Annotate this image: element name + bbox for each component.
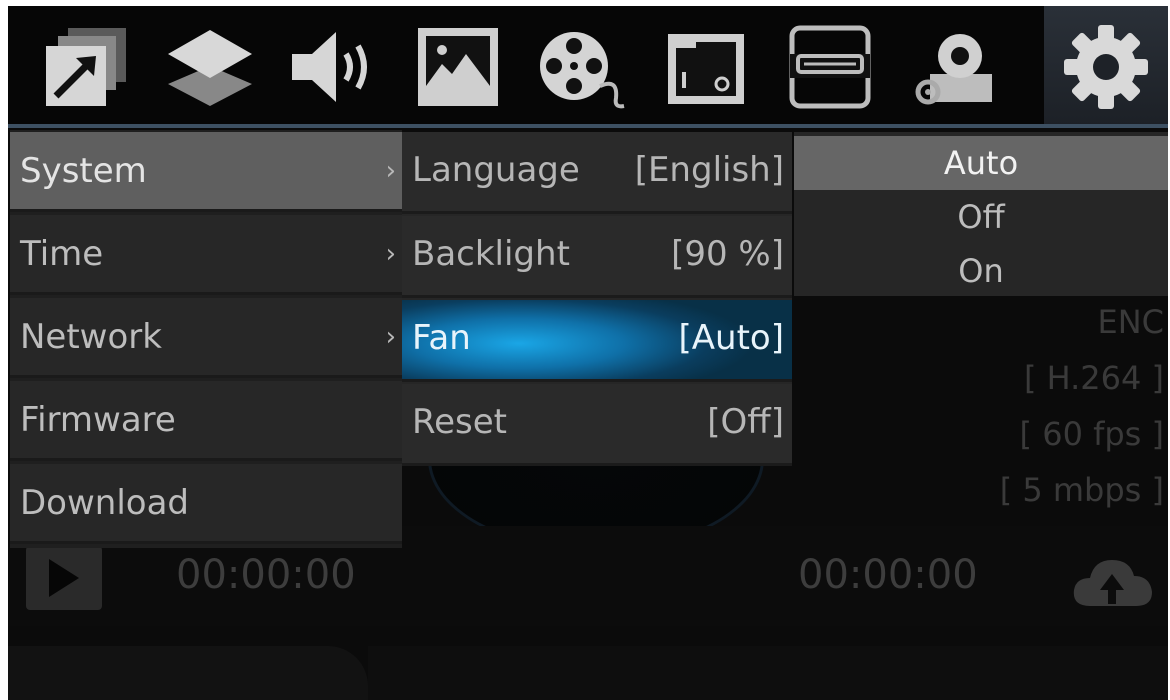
menu-item-label: Firmware xyxy=(20,399,176,440)
hdmi-icon xyxy=(789,25,871,109)
menu-item-time[interactable]: Time › xyxy=(10,215,402,295)
fan-option-on[interactable]: On xyxy=(794,244,1168,298)
submenu-item-value: [Off] xyxy=(707,402,784,442)
encoding-info: ENC [ H.264 ] [ 60 fps ] [ 5 mbps ] xyxy=(1000,294,1164,518)
submenu-item-value: [English] xyxy=(634,150,784,190)
gear-icon xyxy=(1064,25,1148,109)
audio-icon xyxy=(292,32,367,102)
toolbar-divider xyxy=(8,124,1168,128)
encoding-bitrate: [ 5 mbps ] xyxy=(999,471,1164,509)
submenu-item-fan[interactable]: Fan [Auto] xyxy=(402,300,792,382)
submenu-item-language[interactable]: Language [English] xyxy=(402,132,792,214)
tool-camera-settings[interactable] xyxy=(892,6,1016,128)
fan-options-menu: Auto Off On xyxy=(794,132,1168,296)
tool-hdmi[interactable] xyxy=(768,6,892,128)
tool-sd-card[interactable] xyxy=(644,6,768,128)
layers-icon xyxy=(168,30,252,106)
chevron-right-icon: › xyxy=(385,239,396,269)
menu-item-label: Network xyxy=(20,316,162,357)
menu-item-label: Download xyxy=(20,482,190,523)
timecode-right: 00:00:00 xyxy=(798,552,978,598)
tool-output[interactable] xyxy=(24,6,148,128)
submenu-item-label: Reset xyxy=(412,402,507,442)
submenu-item-value: [90 %] xyxy=(671,234,784,274)
sd-card-icon xyxy=(668,34,744,104)
cloud-upload-icon[interactable] xyxy=(1070,554,1154,614)
submenu-item-label: Language xyxy=(412,150,580,190)
device-screen: ENC [ H.264 ] [ 60 fps ] [ 5 mbps ] 00:0… xyxy=(8,6,1168,700)
settings-menu: System › Time › Network › Firmware Downl… xyxy=(10,130,402,548)
system-submenu: Language [English] Backlight [90 %] Fan … xyxy=(402,132,792,466)
footer-panel xyxy=(8,646,368,700)
play-button[interactable] xyxy=(26,546,102,610)
footer-panel-right xyxy=(368,646,1168,700)
play-icon xyxy=(49,559,79,597)
film-reel-icon xyxy=(540,32,625,109)
top-toolbar xyxy=(8,6,1168,128)
menu-item-label: System xyxy=(20,150,147,191)
tool-film[interactable] xyxy=(520,6,644,128)
encoding-label: ENC xyxy=(1097,303,1165,341)
chevron-right-icon: › xyxy=(385,322,396,352)
submenu-item-backlight[interactable]: Backlight [90 %] xyxy=(402,216,792,298)
submenu-item-reset[interactable]: Reset [Off] xyxy=(402,384,792,466)
tool-audio[interactable] xyxy=(272,6,396,128)
fan-option-auto[interactable]: Auto xyxy=(794,136,1168,190)
tool-settings[interactable] xyxy=(1044,6,1168,128)
menu-item-system[interactable]: System › xyxy=(10,132,402,212)
encoding-fps: [ 60 fps ] xyxy=(1019,415,1164,453)
submenu-item-label: Fan xyxy=(412,318,471,358)
timecode-left: 00:00:00 xyxy=(176,552,356,598)
encoding-codec: [ H.264 ] xyxy=(1023,359,1164,397)
menu-item-label: Time xyxy=(20,233,104,274)
submenu-item-value: [Auto] xyxy=(678,318,784,358)
menu-item-download[interactable]: Download xyxy=(10,464,402,544)
camera-settings-icon xyxy=(915,34,992,105)
image-icon xyxy=(418,28,498,106)
menu-item-network[interactable]: Network › xyxy=(10,298,402,378)
output-icon xyxy=(46,28,126,106)
tool-layers[interactable] xyxy=(148,6,272,128)
submenu-item-label: Backlight xyxy=(412,234,570,274)
menu-item-firmware[interactable]: Firmware xyxy=(10,381,402,461)
fan-option-off[interactable]: Off xyxy=(794,190,1168,244)
chevron-right-icon: › xyxy=(385,156,396,186)
tool-image[interactable] xyxy=(396,6,520,128)
